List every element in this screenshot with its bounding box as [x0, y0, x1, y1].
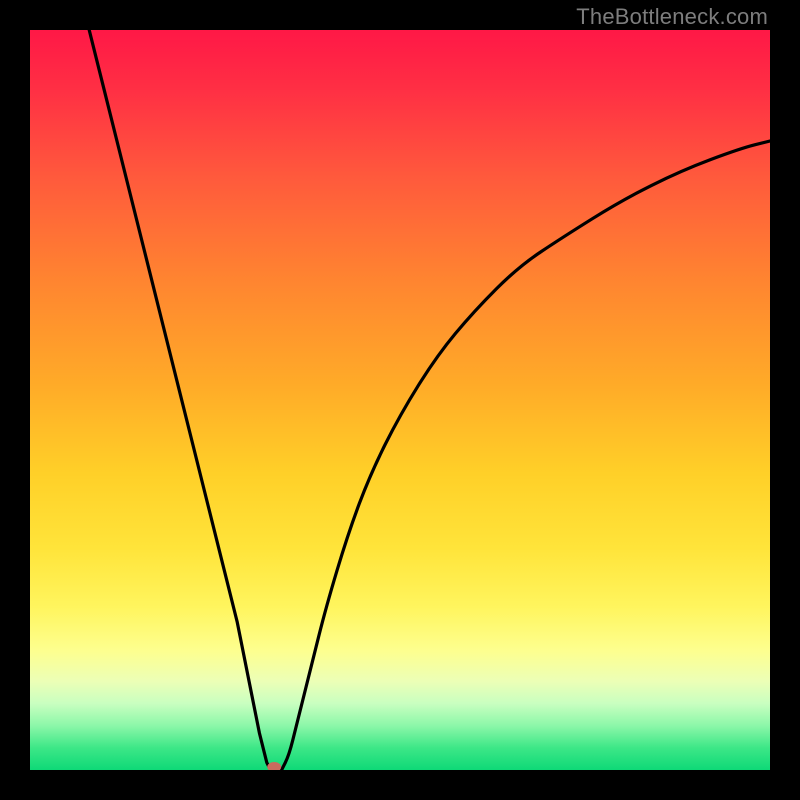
- minimum-marker: [267, 762, 281, 770]
- bottleneck-curve-right: [282, 141, 770, 770]
- watermark-text: TheBottleneck.com: [576, 4, 768, 30]
- plot-area: [30, 30, 770, 770]
- bottleneck-curve-left: [89, 30, 270, 770]
- chart-frame: TheBottleneck.com: [0, 0, 800, 800]
- curve-layer: [30, 30, 770, 770]
